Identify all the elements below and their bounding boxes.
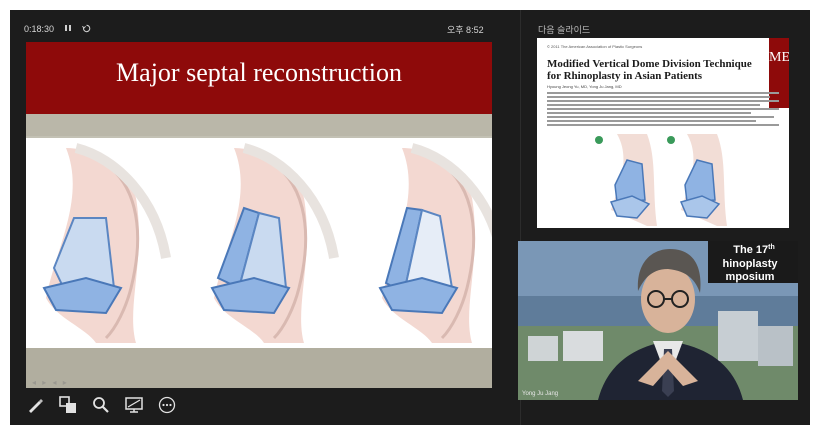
banner-line-2: hinoplasty [722, 258, 778, 270]
nose-illustration-3 [378, 143, 492, 343]
banner-line-3: mposium [726, 271, 775, 283]
slide-footer [26, 348, 492, 388]
screen-icon[interactable] [123, 394, 145, 416]
slide-title: Major septal reconstruction [116, 58, 402, 87]
slide-nav-arrows[interactable]: ◂ ▸ ◂ ▸ [32, 378, 69, 387]
reset-icon[interactable] [82, 24, 91, 35]
clock: 오후 8:52 [447, 25, 484, 35]
journal-meta: © 2011 The American Association of Plast… [547, 44, 643, 49]
presenter-webcam: The 17th hinoplasty mposium Yong Ju Jang [518, 241, 798, 400]
pen-icon[interactable] [24, 394, 46, 416]
pause-icon[interactable] [64, 24, 72, 34]
slides-grid-icon[interactable] [57, 394, 79, 416]
paper-authors: Hyoung Jeong Yu, MD, Yong Ju Jang, MD [547, 84, 622, 89]
elapsed-timer: 0:18:30 [24, 24, 55, 34]
slide-stripe [26, 114, 492, 136]
zoom-icon[interactable] [90, 394, 112, 416]
webcam-name-tag: Yong Ju Jang [522, 391, 559, 397]
presenter-view: 0:18:30 오후 8:52 다음 슬라이드 Major septal rec… [10, 10, 810, 425]
more-icon[interactable] [156, 394, 178, 416]
nose-illustrations [26, 138, 492, 348]
nose-illustration-2 [210, 143, 339, 343]
next-slide-label: 다음 슬라이드 [538, 25, 591, 35]
paper-title: Modified Vertical Dome Division Techniqu… [547, 58, 752, 82]
presenter-toolbar [24, 394, 178, 416]
current-slide[interactable]: Major septal reconstruction ◂ ▸ ◂ ▸ [26, 42, 492, 388]
paper-figure [587, 130, 747, 228]
timer-bar: 0:18:30 [24, 22, 91, 36]
nose-illustration-1 [42, 143, 171, 343]
slide-header: Major septal reconstruction [26, 42, 492, 114]
next-slide-preview[interactable]: ME © 2011 The American Association of Pl… [537, 38, 789, 228]
